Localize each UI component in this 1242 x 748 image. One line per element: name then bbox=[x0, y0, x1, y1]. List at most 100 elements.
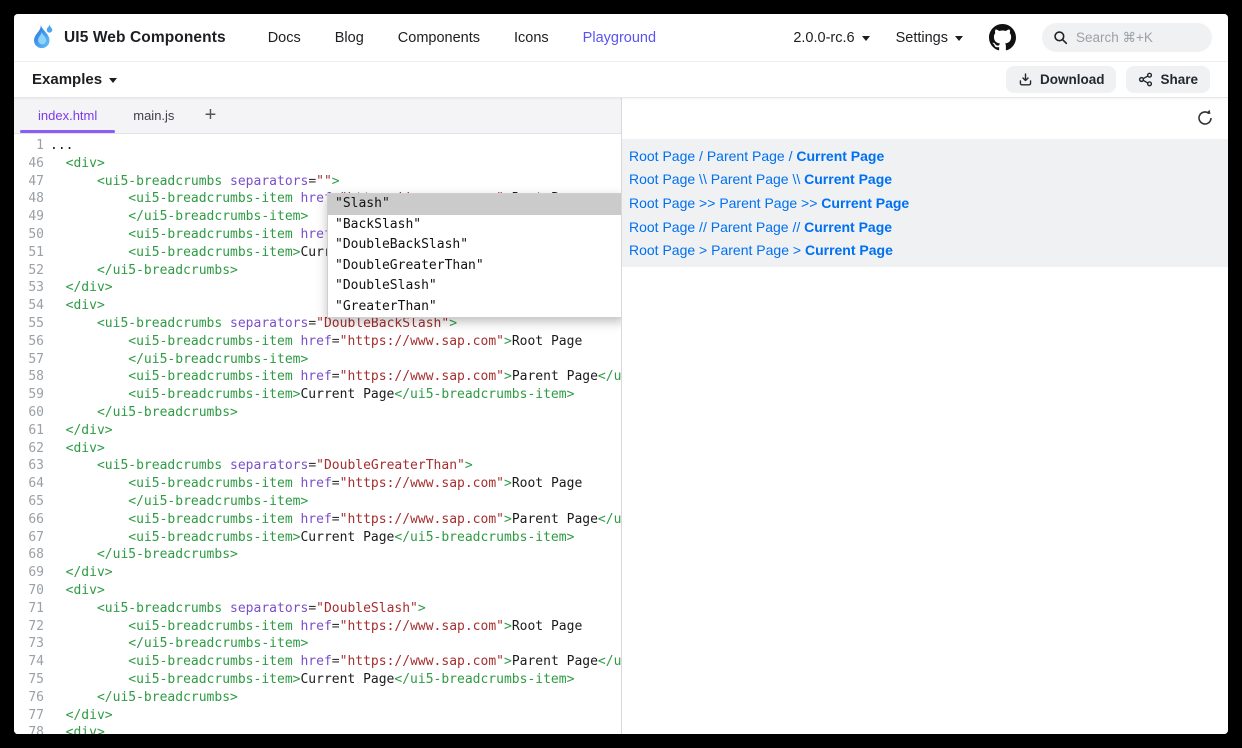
refresh-icon[interactable] bbox=[1195, 108, 1215, 128]
code-line[interactable]: 57 </ui5-breadcrumbs-item> bbox=[14, 351, 621, 369]
line-number: 54 bbox=[14, 297, 44, 315]
line-number: 74 bbox=[14, 653, 44, 671]
autocomplete-option[interactable]: "DoubleSlash" bbox=[328, 276, 622, 297]
brand[interactable]: UI5 Web Components bbox=[30, 23, 226, 53]
search-input[interactable] bbox=[1076, 30, 1196, 45]
share-icon bbox=[1138, 72, 1153, 87]
breadcrumb-link[interactable]: Root Page bbox=[629, 148, 695, 164]
code-line[interactable]: 72 <ui5-breadcrumbs-item href="https://w… bbox=[14, 618, 621, 636]
examples-dropdown[interactable]: Examples bbox=[32, 71, 117, 88]
code-line[interactable]: 60 </ui5-breadcrumbs> bbox=[14, 404, 621, 422]
breadcrumb-row: Root Page \\ Parent Page \\ Current Page bbox=[622, 168, 1228, 192]
tab-index-html[interactable]: index.html bbox=[20, 98, 115, 133]
line-number: 53 bbox=[14, 279, 44, 297]
line-number: 49 bbox=[14, 208, 44, 226]
line-number: 78 bbox=[14, 724, 44, 734]
line-number: 50 bbox=[14, 226, 44, 244]
code-line[interactable]: 76 </ui5-breadcrumbs> bbox=[14, 689, 621, 707]
code-line[interactable]: 58 <ui5-breadcrumbs-item href="https://w… bbox=[14, 368, 621, 386]
version-dropdown[interactable]: 2.0.0-rc.6 bbox=[793, 30, 869, 46]
code-line[interactable]: 75 <ui5-breadcrumbs-item>Current Page</u… bbox=[14, 671, 621, 689]
code-line[interactable]: 66 <ui5-breadcrumbs-item href="https://w… bbox=[14, 511, 621, 529]
github-icon[interactable] bbox=[989, 24, 1016, 51]
breadcrumb-separator: > bbox=[789, 242, 805, 258]
download-button[interactable]: Download bbox=[1006, 66, 1117, 93]
breadcrumb-link[interactable]: Parent Page bbox=[711, 242, 789, 258]
preview-canvas: Root Page / Parent Page / Current PageRo… bbox=[622, 139, 1228, 267]
breadcrumb-link[interactable]: Root Page bbox=[629, 219, 695, 235]
breadcrumb-separator: / bbox=[785, 148, 797, 164]
breadcrumb-link[interactable]: Parent Page bbox=[711, 219, 789, 235]
autocomplete-option[interactable]: "GreaterThan" bbox=[328, 297, 622, 318]
code-line[interactable]: 1... bbox=[14, 137, 621, 155]
code-line[interactable]: 59 <ui5-breadcrumbs-item>Current Page</u… bbox=[14, 386, 621, 404]
line-number: 64 bbox=[14, 475, 44, 493]
line-number: 60 bbox=[14, 404, 44, 422]
autocomplete-option[interactable]: "DoubleGreaterThan" bbox=[328, 256, 622, 277]
autocomplete-option[interactable]: "Slash" bbox=[328, 194, 622, 215]
settings-label: Settings bbox=[896, 30, 948, 46]
code-line[interactable]: 62 <div> bbox=[14, 440, 621, 458]
line-number: 1 bbox=[14, 137, 44, 155]
main-nav: Docs Blog Components Icons Playground bbox=[268, 30, 656, 46]
breadcrumb-separator: \\ bbox=[789, 171, 805, 187]
code-line[interactable]: 64 <ui5-breadcrumbs-item href="https://w… bbox=[14, 475, 621, 493]
add-tab-button[interactable]: + bbox=[192, 98, 228, 133]
breadcrumb-link[interactable]: Parent Page bbox=[707, 148, 785, 164]
code-line[interactable]: 74 <ui5-breadcrumbs-item href="https://w… bbox=[14, 653, 621, 671]
code-line[interactable]: 61 </div> bbox=[14, 422, 621, 440]
line-number: 68 bbox=[14, 546, 44, 564]
code-line[interactable]: 78 <div> bbox=[14, 724, 621, 734]
search-box[interactable] bbox=[1042, 23, 1212, 52]
line-number: 61 bbox=[14, 422, 44, 440]
ui5-flame-logo-icon bbox=[30, 23, 56, 53]
breadcrumb-link[interactable]: Parent Page bbox=[711, 171, 789, 187]
code-line[interactable]: 46 <div> bbox=[14, 155, 621, 173]
breadcrumb-link[interactable]: Root Page bbox=[629, 171, 695, 187]
nav-playground[interactable]: Playground bbox=[583, 30, 656, 46]
header-right: 2.0.0-rc.6 Settings bbox=[793, 23, 1212, 52]
code-line[interactable]: 77 </div> bbox=[14, 707, 621, 725]
settings-dropdown[interactable]: Settings bbox=[896, 30, 963, 46]
code-text: <ui5-breadcrumbs-item href="https://www.… bbox=[44, 653, 621, 671]
code-line[interactable]: 68 </ui5-breadcrumbs> bbox=[14, 546, 621, 564]
line-number: 51 bbox=[14, 244, 44, 262]
code-text: <ui5-breadcrumbs-item>Current Page</ui5-… bbox=[44, 529, 574, 547]
line-number: 77 bbox=[14, 707, 44, 725]
breadcrumb-link[interactable]: Parent Page bbox=[719, 195, 797, 211]
code-line[interactable]: 67 <ui5-breadcrumbs-item>Current Page</u… bbox=[14, 529, 621, 547]
share-button[interactable]: Share bbox=[1126, 66, 1210, 93]
download-label: Download bbox=[1040, 72, 1105, 87]
nav-blog[interactable]: Blog bbox=[335, 30, 364, 46]
search-icon bbox=[1053, 30, 1068, 45]
line-number: 63 bbox=[14, 457, 44, 475]
breadcrumb-separator: \\ bbox=[695, 171, 711, 187]
code-line[interactable]: 73 </ui5-breadcrumbs-item> bbox=[14, 635, 621, 653]
nav-docs[interactable]: Docs bbox=[268, 30, 301, 46]
code-line[interactable]: 63 <ui5-breadcrumbs separators="DoubleGr… bbox=[14, 457, 621, 475]
toolbar-actions: Download Share bbox=[1006, 66, 1210, 93]
code-text: <ui5-breadcrumbs separators="DoubleGreat… bbox=[44, 457, 473, 475]
code-line[interactable]: 56 <ui5-breadcrumbs-item href="https://w… bbox=[14, 333, 621, 351]
breadcrumb-current: Current Page bbox=[804, 219, 892, 235]
code-line[interactable]: 70 <div> bbox=[14, 582, 621, 600]
code-text: <ui5-breadcrumbs-item href="https://www.… bbox=[44, 333, 582, 351]
nav-components[interactable]: Components bbox=[398, 30, 480, 46]
nav-icons[interactable]: Icons bbox=[514, 30, 549, 46]
breadcrumb-row: Root Page >> Parent Page >> Current Page bbox=[622, 191, 1228, 215]
code-line[interactable]: 71 <ui5-breadcrumbs separators="DoubleSl… bbox=[14, 600, 621, 618]
autocomplete-option[interactable]: "BackSlash" bbox=[328, 215, 622, 236]
line-number: 59 bbox=[14, 386, 44, 404]
breadcrumb-link[interactable]: Root Page bbox=[629, 242, 695, 258]
autocomplete-option[interactable]: "DoubleBackSlash" bbox=[328, 235, 622, 256]
line-number: 62 bbox=[14, 440, 44, 458]
breadcrumb-separator: > bbox=[695, 242, 711, 258]
code-line[interactable]: 65 </ui5-breadcrumbs-item> bbox=[14, 493, 621, 511]
tab-main-js[interactable]: main.js bbox=[115, 98, 192, 133]
code-text: <ui5-breadcrumbs-item href="https://www.… bbox=[44, 511, 621, 529]
code-line[interactable]: 47 <ui5-breadcrumbs separators=""> bbox=[14, 173, 621, 191]
code-line[interactable]: 69 </div> bbox=[14, 564, 621, 582]
breadcrumb-link[interactable]: Root Page bbox=[629, 195, 695, 211]
line-number: 58 bbox=[14, 368, 44, 386]
chevron-down-icon bbox=[955, 36, 963, 41]
